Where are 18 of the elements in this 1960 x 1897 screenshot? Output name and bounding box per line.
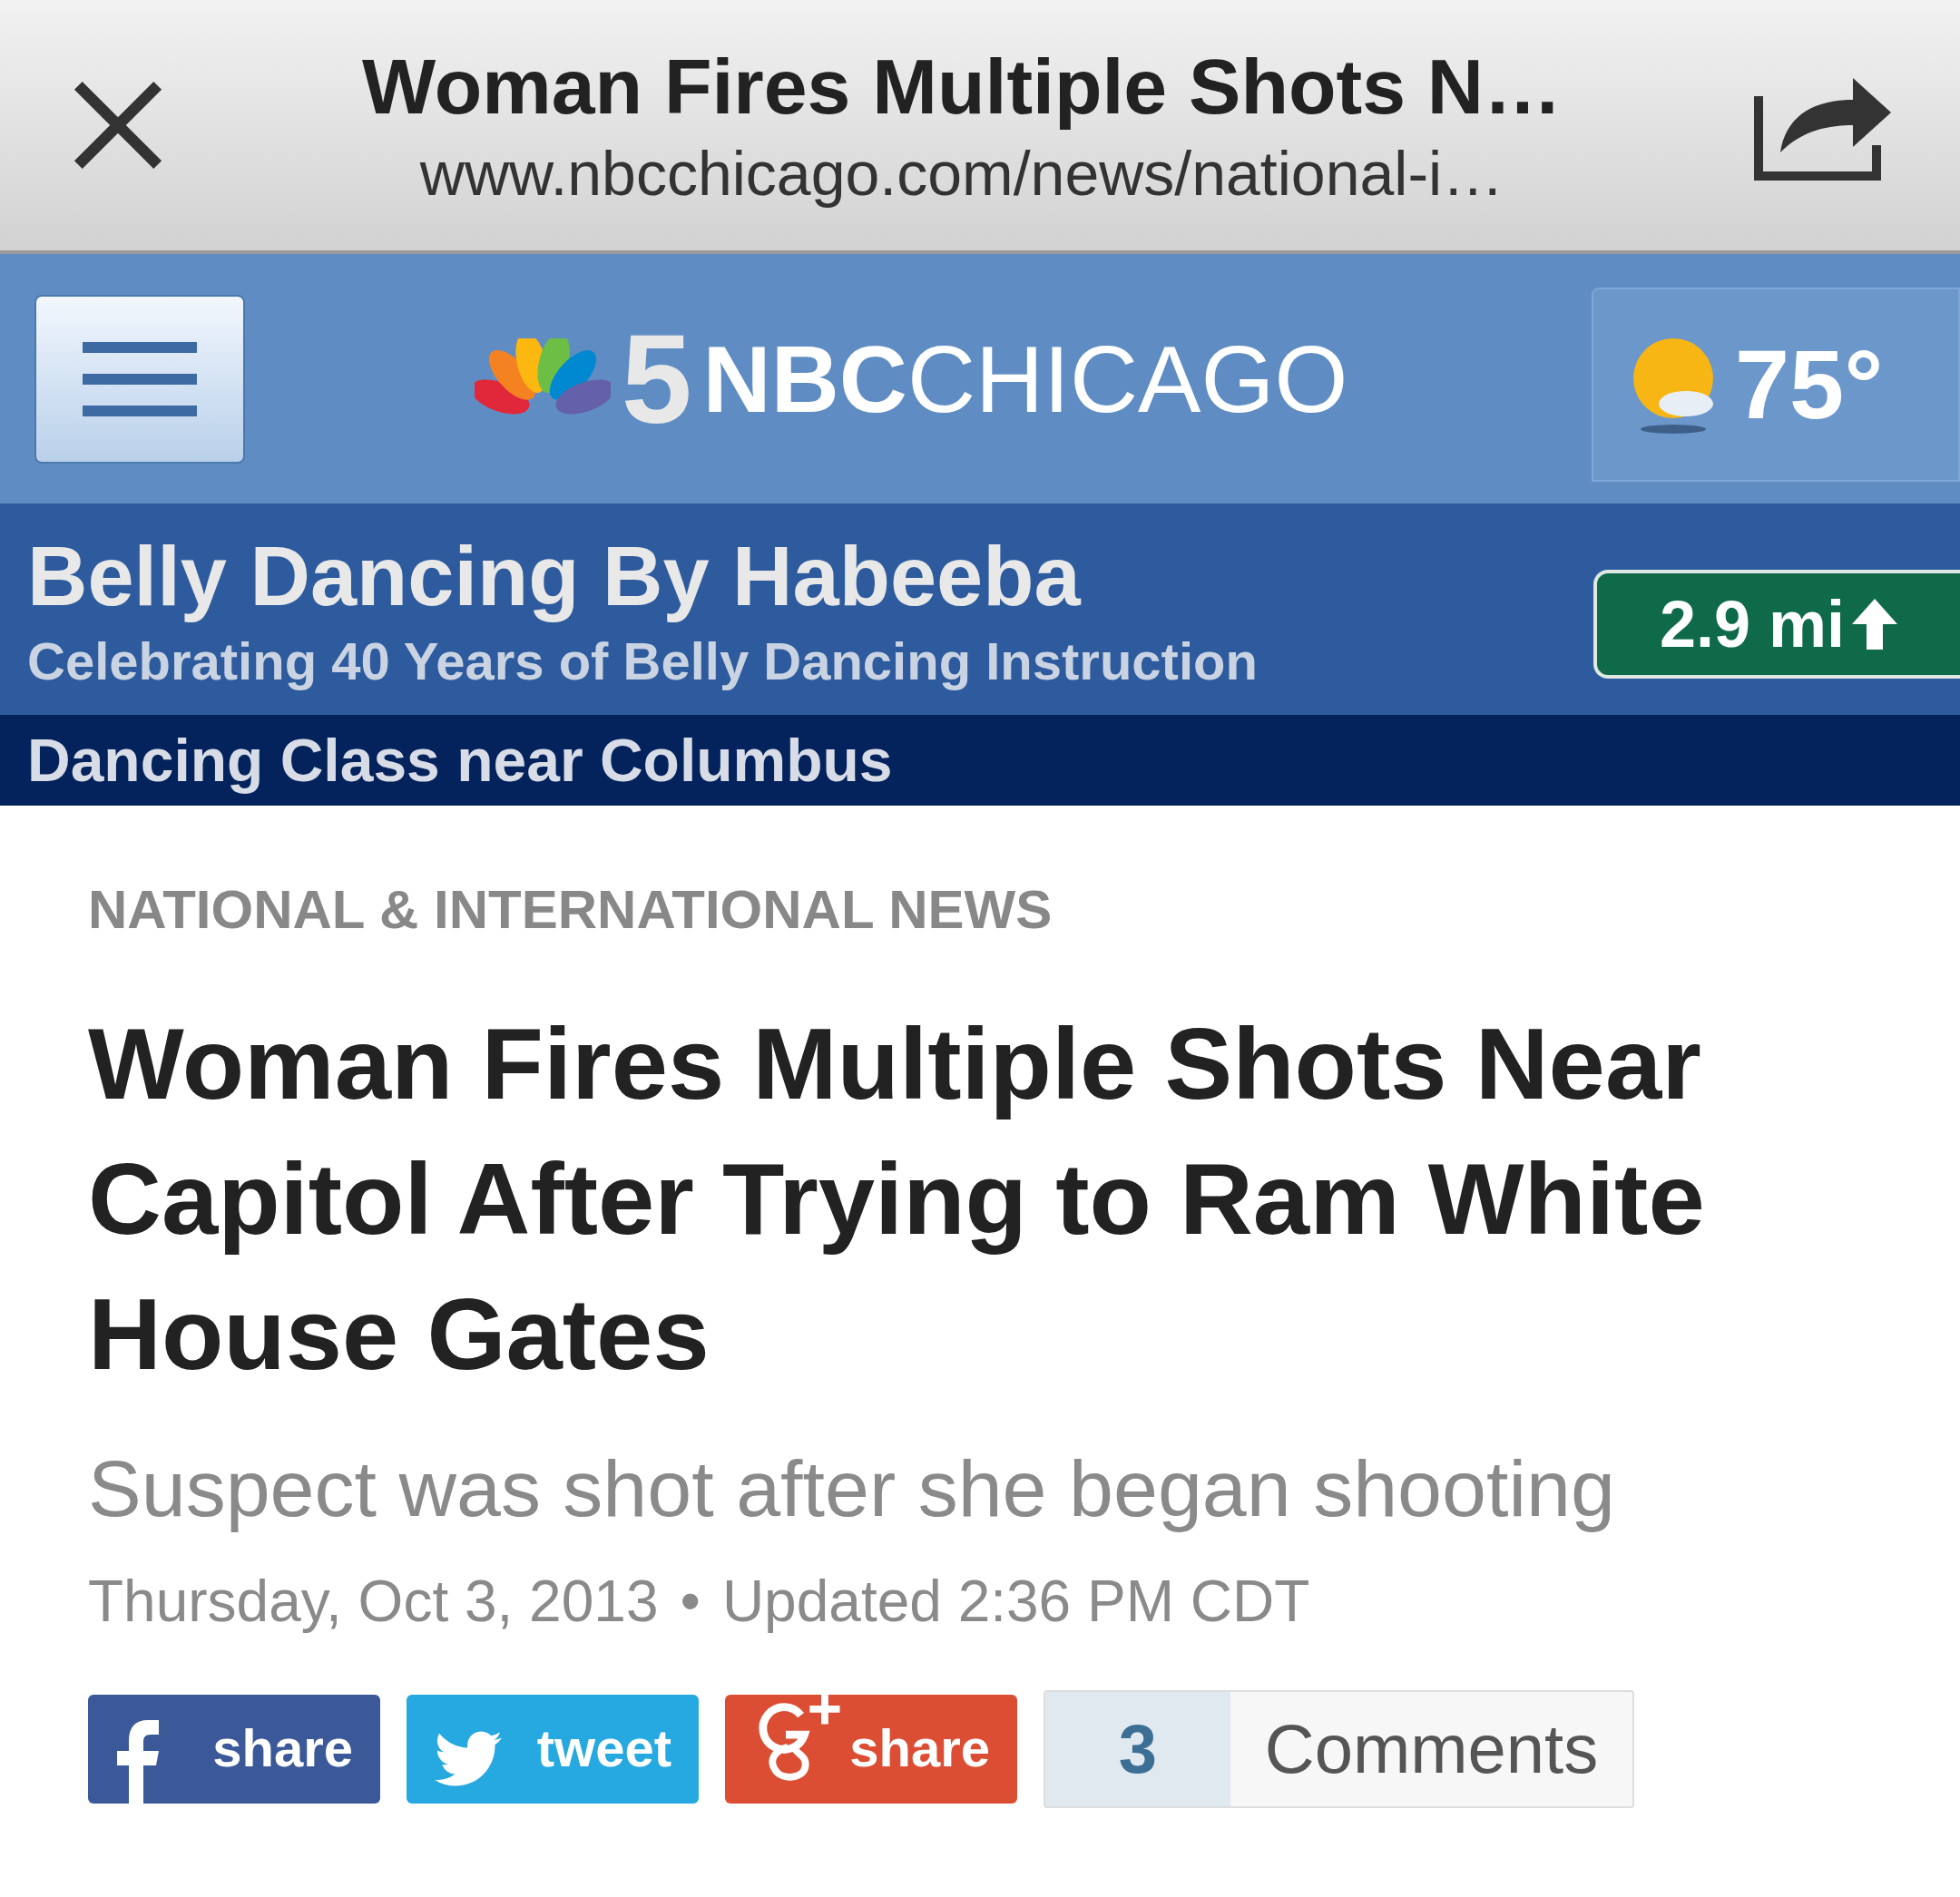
comments-button[interactable]: 3 Comments	[1044, 1690, 1634, 1808]
share-button[interactable]: share	[725, 1695, 1017, 1804]
headline: Woman Fires Multiple Shots Near Capitol After Trying to Ram White House Gates	[88, 1006, 1706, 1393]
page-title: Woman Fires Multiple Shots N…	[362, 41, 1562, 132]
publish-date: Thursday, Oct 3, 2013	[88, 1568, 659, 1636]
distance: 2.9 mi	[1659, 586, 1846, 662]
ad-title: Belly Dancing By Habeeba	[27, 528, 1083, 624]
ad-subtitle: Celebrating 40 Years of Belly Dancing Instruction	[27, 630, 1259, 692]
category-label: NATIONAL & INTERNATIONAL NEWS	[88, 878, 1054, 942]
article-subtitle: Suspect was shot after she began shooting	[88, 1442, 1616, 1535]
updated-time: Updated 2:36 PM CDT	[721, 1568, 1310, 1636]
logo-number: 5	[621, 315, 692, 443]
separator-dot: •	[680, 1568, 701, 1636]
logo-text: NBCCHICAGO	[702, 331, 1348, 426]
page-url: www.nbcchicago.com/news/national-i…	[419, 138, 1504, 210]
share-button[interactable]: share	[88, 1695, 380, 1804]
temperature: 75°	[1735, 336, 1884, 434]
ad-footer-text: Dancing Class near Columbus	[27, 725, 893, 796]
